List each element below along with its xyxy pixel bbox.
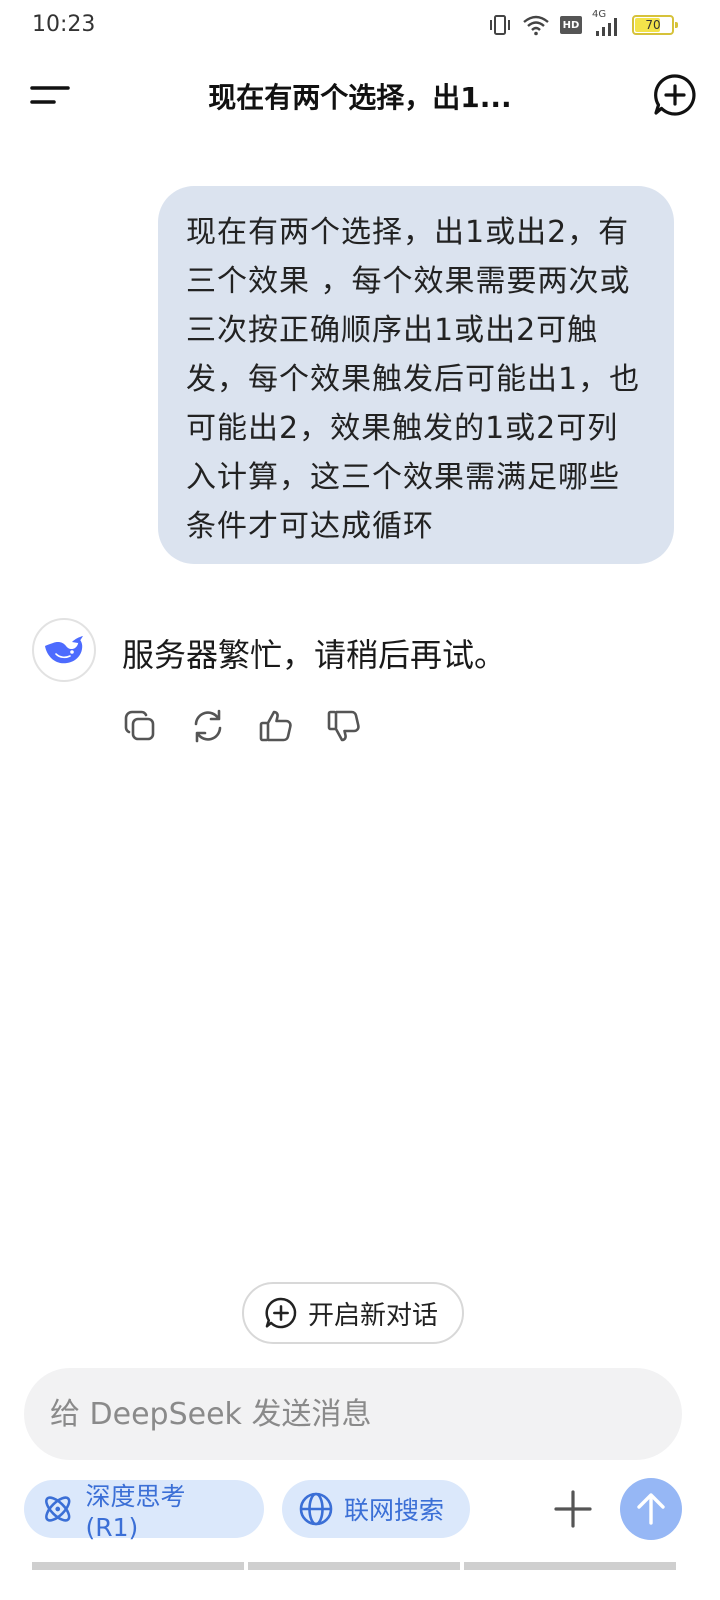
chat-plus-icon xyxy=(265,1297,297,1329)
menu-icon xyxy=(30,86,70,104)
new-chat-button[interactable] xyxy=(652,72,698,118)
like-button[interactable] xyxy=(256,706,296,746)
web-search-toggle[interactable]: 联网搜索 xyxy=(282,1480,470,1538)
hd-badge: HD xyxy=(560,16,582,34)
chat-header: 现在有两个选择，出1... xyxy=(0,60,720,130)
wifi-icon xyxy=(523,15,549,36)
assistant-message-text: 服务器繁忙，请稍后再试。 xyxy=(122,636,507,674)
chat-plus-icon xyxy=(654,74,696,116)
send-button[interactable] xyxy=(620,1478,682,1540)
message-input[interactable] xyxy=(50,1368,650,1460)
deep-think-toggle[interactable]: 深度思考 (R1) xyxy=(24,1480,264,1542)
atom-icon xyxy=(45,1496,71,1522)
refresh-icon xyxy=(194,709,222,743)
battery-icon: 70 xyxy=(632,15,678,35)
thumbs-up-icon xyxy=(259,710,292,742)
user-message-bubble[interactable]: 现在有两个选择，出1或出2，有三个效果 ，每个效果需要两次或三次按正确顺序出1或… xyxy=(158,186,674,564)
nav-segment xyxy=(32,1562,244,1570)
status-icons: HD 4G 70 xyxy=(488,9,678,38)
deepseek-avatar xyxy=(32,618,96,682)
menu-button[interactable] xyxy=(28,76,74,112)
start-new-dialog-button[interactable]: 开启新对话 xyxy=(242,1282,464,1344)
chat-title: 现在有两个选择，出1... xyxy=(208,81,512,114)
status-bar: 10:23 HD 4G 70 xyxy=(0,0,720,50)
navigation-bar xyxy=(32,1562,676,1570)
signal-bars-icon xyxy=(596,18,617,36)
battery-level: 70 xyxy=(645,18,661,32)
message-composer[interactable] xyxy=(24,1368,682,1460)
nav-segment xyxy=(248,1562,460,1570)
start-new-dialog-label: 开启新对话 xyxy=(308,1300,439,1331)
nav-segment xyxy=(464,1562,676,1570)
copy-icon xyxy=(124,710,155,741)
assistant-message: 服务器繁忙，请稍后再试。 xyxy=(32,618,692,688)
whale-logo-icon xyxy=(45,636,83,664)
cellular-signal: 4G xyxy=(592,9,622,37)
attach-button[interactable] xyxy=(550,1486,596,1532)
web-search-label: 联网搜索 xyxy=(344,1496,445,1525)
regenerate-button[interactable] xyxy=(188,706,228,746)
vibrate-icon xyxy=(490,15,510,35)
globe-icon xyxy=(299,1492,333,1526)
deep-think-label: 深度思考 (R1) xyxy=(85,1481,186,1542)
plus-icon xyxy=(554,1490,592,1528)
status-time: 10:23 xyxy=(32,12,96,37)
thumbs-down-icon xyxy=(327,710,360,742)
arrow-up-icon xyxy=(637,1493,665,1525)
message-actions xyxy=(120,706,364,750)
dislike-button[interactable] xyxy=(324,706,364,746)
copy-button[interactable] xyxy=(120,706,160,746)
